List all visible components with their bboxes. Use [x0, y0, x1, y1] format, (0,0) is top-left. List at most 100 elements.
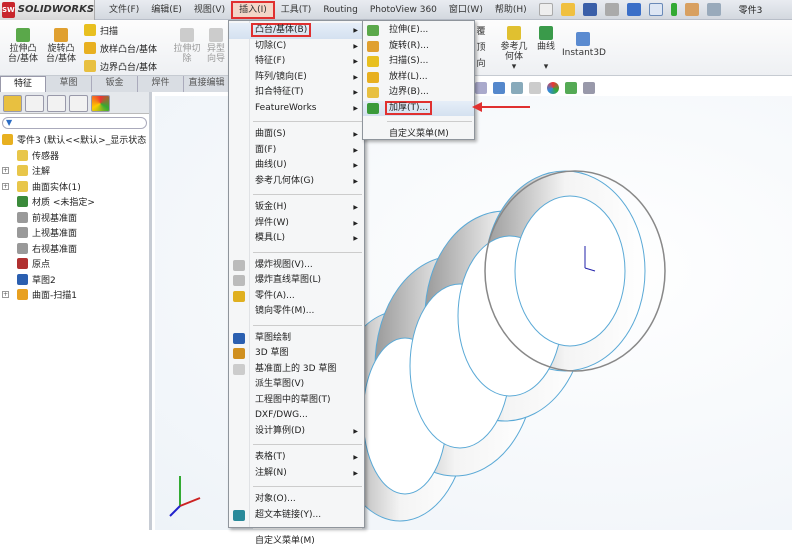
- menu-0[interactable]: 文件(F): [103, 1, 145, 19]
- menu-6[interactable]: PhotoView 360: [364, 1, 443, 19]
- solidworks-logo[interactable]: SW SOLIDWORKS: [0, 0, 95, 20]
- menu-item[interactable]: 基准面上的 3D 草图: [229, 362, 364, 378]
- menu-3[interactable]: 插入(I): [231, 0, 275, 19]
- logo-icon: SW: [2, 1, 15, 18]
- menu-item[interactable]: 模具(L) ▶: [229, 231, 364, 247]
- undo-icon[interactable]: [626, 3, 641, 16]
- tree-item[interactable]: + 曲面-扫描1: [0, 287, 149, 303]
- menu-item[interactable]: 旋转(R)...: [363, 39, 474, 55]
- menu-item[interactable]: 面(F) ▶: [229, 143, 364, 159]
- rebuild-icon[interactable]: [670, 3, 677, 16]
- menu-item[interactable]: 派生草图(V): [229, 377, 364, 393]
- menu-item[interactable]: 自定义菜单(M): [229, 534, 364, 550]
- save-icon[interactable]: [582, 3, 597, 16]
- sweep-button[interactable]: 扫描: [84, 22, 118, 38]
- file-properties-icon[interactable]: [706, 3, 721, 16]
- menu-item-icon: [367, 40, 379, 52]
- options-icon[interactable]: [684, 3, 699, 16]
- menu-item[interactable]: 参考几何体(G) ▶: [229, 174, 364, 190]
- menu-item[interactable]: 注解(N) ▶: [229, 466, 364, 482]
- zoom-area-icon[interactable]: [475, 82, 487, 94]
- extrude-cut-button[interactable]: 拉伸切 除: [170, 26, 204, 64]
- boundary-boss-button[interactable]: 边界凸台/基体: [84, 58, 157, 74]
- revolve-boss-button[interactable]: 旋转凸 台/基体: [42, 26, 80, 64]
- menu-item[interactable]: 对象(O)...: [229, 492, 364, 508]
- reference-geometry-button[interactable]: 参考几 何体 ▾: [498, 24, 530, 72]
- menu-item[interactable]: 表格(T) ▶: [229, 450, 364, 466]
- menu-item[interactable]: 边界(B)...: [363, 85, 474, 101]
- feature-manager-tab-icon[interactable]: [3, 95, 22, 112]
- menu-item[interactable]: 工程图中的草图(T): [229, 393, 364, 409]
- menu-item[interactable]: 切除(C) ▶: [229, 39, 364, 55]
- menu-item[interactable]: 拉伸(E)...: [363, 23, 474, 39]
- print-icon[interactable]: [604, 3, 619, 16]
- tree-item[interactable]: + 注解: [0, 163, 149, 179]
- scene-icon[interactable]: [565, 82, 577, 94]
- menu-item[interactable]: 设计算例(D) ▶: [229, 424, 364, 440]
- menu-item[interactable]: 零件(A)...: [229, 289, 364, 305]
- view-orientation-icon[interactable]: [493, 82, 505, 94]
- hole-wizard-button[interactable]: 异型 向导: [204, 26, 228, 64]
- new-document-icon[interactable]: [538, 3, 553, 16]
- loft-button[interactable]: 放样凸台/基体: [84, 40, 157, 56]
- menu-item[interactable]: 曲面(S) ▶: [229, 127, 364, 143]
- tree-filter[interactable]: ▼: [2, 117, 147, 129]
- tree-item[interactable]: 材质 <未指定>: [0, 194, 149, 210]
- property-manager-tab-icon[interactable]: [25, 95, 44, 112]
- menu-item[interactable]: 草图绘制: [229, 331, 364, 347]
- menu-1[interactable]: 编辑(E): [145, 1, 188, 19]
- hide-show-icon[interactable]: [529, 82, 541, 94]
- menu-2[interactable]: 视图(V): [188, 1, 231, 19]
- menu-item[interactable]: 超文本链接(Y)...: [229, 508, 364, 524]
- menu-item[interactable]: FeatureWorks ▶: [229, 101, 364, 117]
- dimxpert-tab-icon[interactable]: [69, 95, 88, 112]
- menu-5[interactable]: Routing: [317, 1, 364, 19]
- menu-item[interactable]: 镜向零件(M)...: [229, 304, 364, 320]
- menu-4[interactable]: 工具(T): [275, 1, 318, 19]
- tab-2[interactable]: 钣金: [92, 76, 138, 92]
- tab-1[interactable]: 草图: [46, 76, 92, 92]
- menu-item[interactable]: 阵列/镜向(E) ▶: [229, 70, 364, 86]
- menu-item[interactable]: 焊件(W) ▶: [229, 216, 364, 232]
- menu-item[interactable]: 爆炸视图(V)...: [229, 258, 364, 274]
- menu-item[interactable]: 钣金(H) ▶: [229, 200, 364, 216]
- menu-item[interactable]: 3D 草图: [229, 346, 364, 362]
- menu-item[interactable]: 自定义菜单(M): [363, 127, 474, 143]
- tree-item[interactable]: 上视基准面: [0, 225, 149, 241]
- menu-item[interactable]: 曲线(U) ▶: [229, 158, 364, 174]
- select-cursor-icon[interactable]: [648, 3, 663, 16]
- menu-item[interactable]: 扫描(S)...: [363, 54, 474, 70]
- tree-root[interactable]: 零件3 (默认<<默认>_显示状态: [0, 132, 149, 148]
- menu-item[interactable]: 加厚(T)...: [363, 100, 474, 116]
- tree-item[interactable]: 右视基准面: [0, 241, 149, 257]
- instant3d-button[interactable]: Instant3D: [562, 30, 606, 58]
- menu-item[interactable]: 爆炸直线草图(L): [229, 273, 364, 289]
- tree-item[interactable]: 传感器: [0, 148, 149, 164]
- menu-8[interactable]: 帮助(H): [489, 1, 533, 19]
- tab-4[interactable]: 直接编辑: [184, 76, 230, 92]
- display-style-icon[interactable]: [511, 82, 523, 94]
- menu-item[interactable]: 扣合特征(T) ▶: [229, 85, 364, 101]
- tree-item[interactable]: + 曲面实体(1): [0, 179, 149, 195]
- extrude-boss-button[interactable]: 拉伸凸 台/基体: [4, 26, 42, 64]
- expand-icon[interactable]: +: [2, 291, 9, 299]
- display-manager-tab-icon[interactable]: [91, 95, 110, 112]
- tab-3[interactable]: 焊件: [138, 76, 184, 92]
- tab-0[interactable]: 特征: [0, 76, 46, 92]
- expand-icon[interactable]: +: [2, 182, 9, 190]
- view-settings-icon[interactable]: [583, 82, 595, 94]
- expand-icon[interactable]: +: [2, 167, 9, 175]
- menu-item[interactable]: 凸台/基体(B) ▶: [229, 23, 364, 39]
- appearance-icon[interactable]: [547, 82, 559, 94]
- tree-item[interactable]: 草图2: [0, 272, 149, 288]
- menu-7[interactable]: 窗口(W): [443, 1, 489, 19]
- tree-item[interactable]: 原点: [0, 256, 149, 272]
- menu-item[interactable]: 特征(F) ▶: [229, 54, 364, 70]
- configuration-manager-tab-icon[interactable]: [47, 95, 66, 112]
- submenu-arrow-icon: ▶: [353, 219, 358, 227]
- open-folder-icon[interactable]: [560, 3, 575, 16]
- tree-item[interactable]: 前视基准面: [0, 210, 149, 226]
- curves-button[interactable]: 曲线 ▾: [534, 24, 558, 72]
- menu-item[interactable]: 放样(L)...: [363, 70, 474, 86]
- menu-item[interactable]: DXF/DWG...: [229, 408, 364, 424]
